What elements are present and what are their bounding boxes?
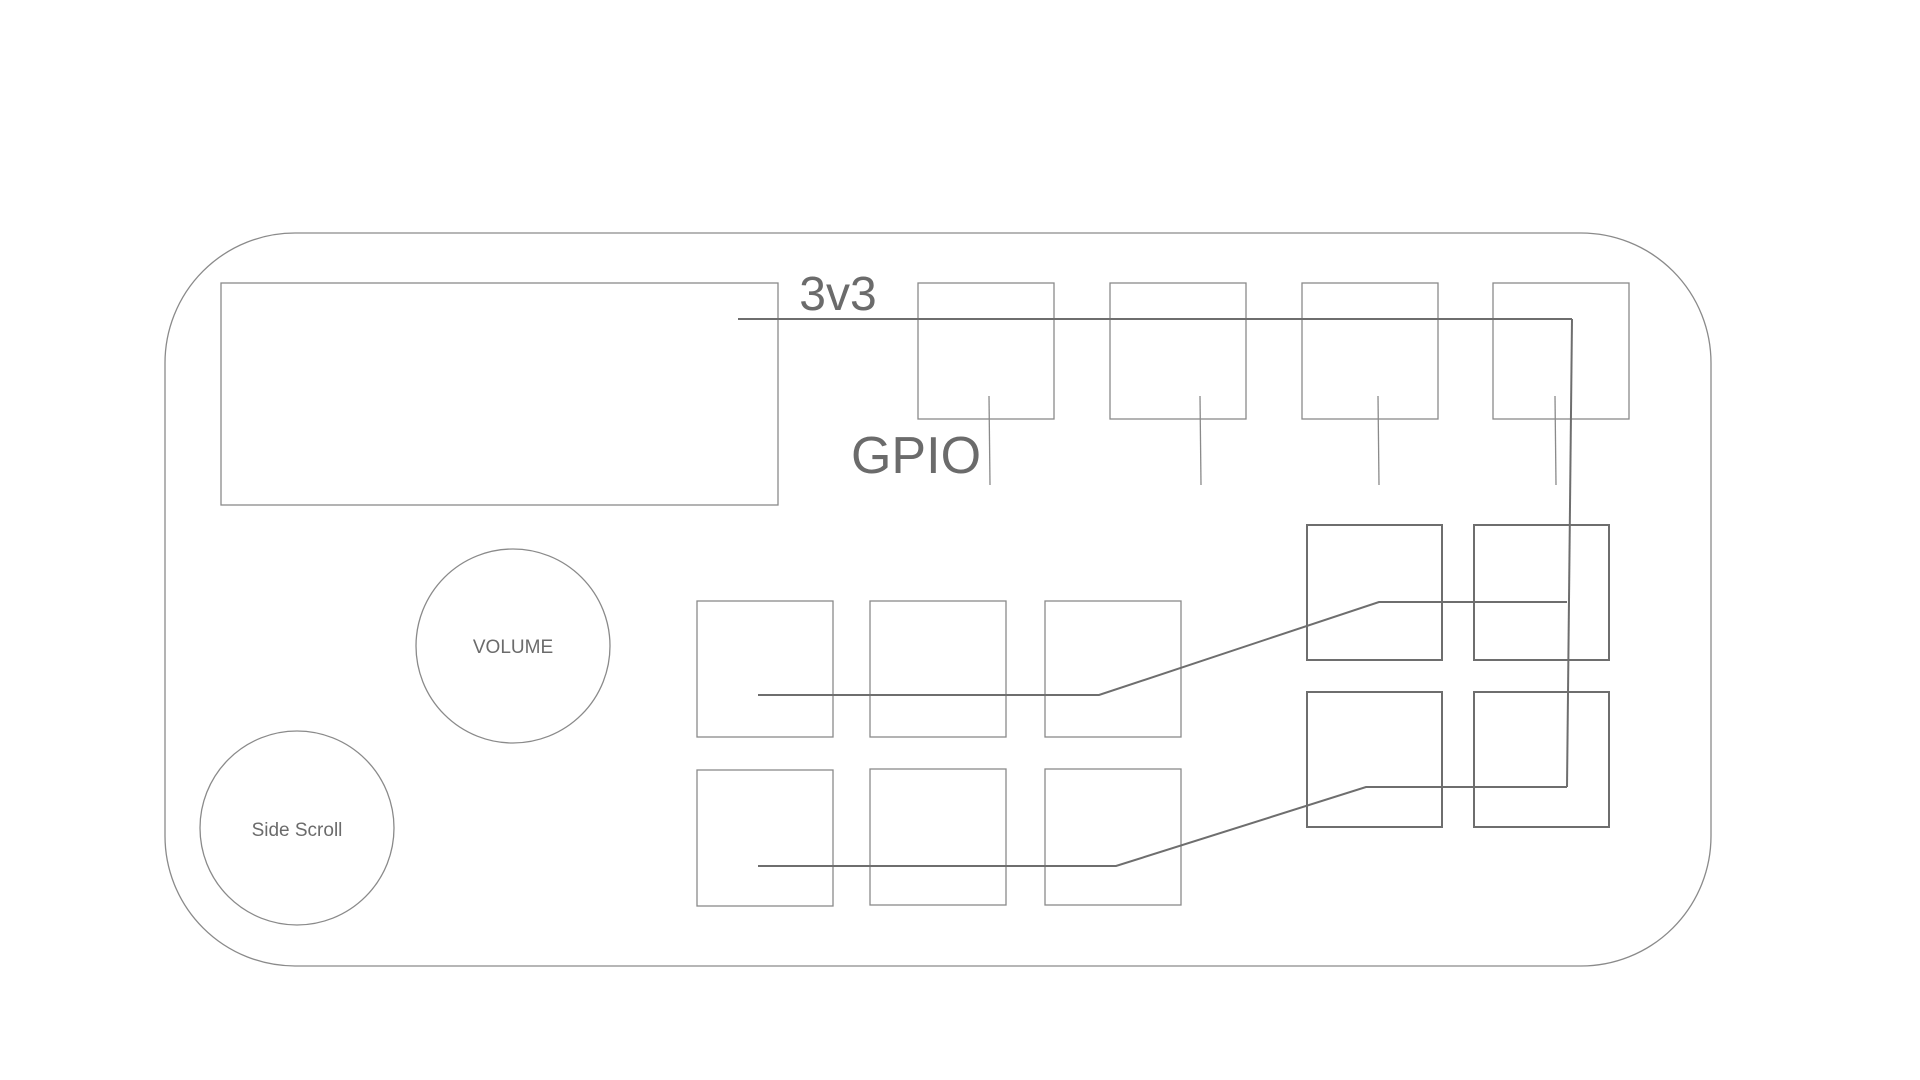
cluster-key [1473,524,1610,661]
row-1-wire [758,601,1567,696]
top-key [1109,282,1247,420]
top-key-row [917,282,1630,420]
grid-key [696,600,834,738]
wiring [738,318,1573,867]
grid-key [696,769,834,907]
device-enclosure [164,232,1712,967]
grid-key [869,768,1007,906]
trunk-wire [1566,318,1573,788]
gpio-pin [1199,395,1202,486]
right-key-cluster [1306,524,1610,828]
grid-key [869,600,1007,738]
row-2-wire [758,786,1567,867]
volume-knob-label: VOLUME [473,637,553,658]
power-rail-label: 3v3 [799,268,876,321]
grid-key [1044,768,1182,906]
grid-key [1044,600,1182,738]
top-key [917,282,1055,420]
gpio-pins [988,395,1557,486]
gpio-pin [988,395,991,486]
gpio-pin [1377,395,1380,486]
controller-layout-diagram: 3v3 GPIO VOLUME Side Scroll [164,232,1712,967]
cluster-key [1306,691,1443,828]
cluster-key [1473,691,1610,828]
side-scroll-knob-label: Side Scroll [252,820,343,841]
top-key [1301,282,1439,420]
top-key [1492,282,1630,420]
center-key-grid [696,600,1182,907]
gpio-pin [1554,395,1557,486]
cluster-key [1306,524,1443,661]
gpio-label: GPIO [851,427,981,485]
display-area [220,282,779,506]
